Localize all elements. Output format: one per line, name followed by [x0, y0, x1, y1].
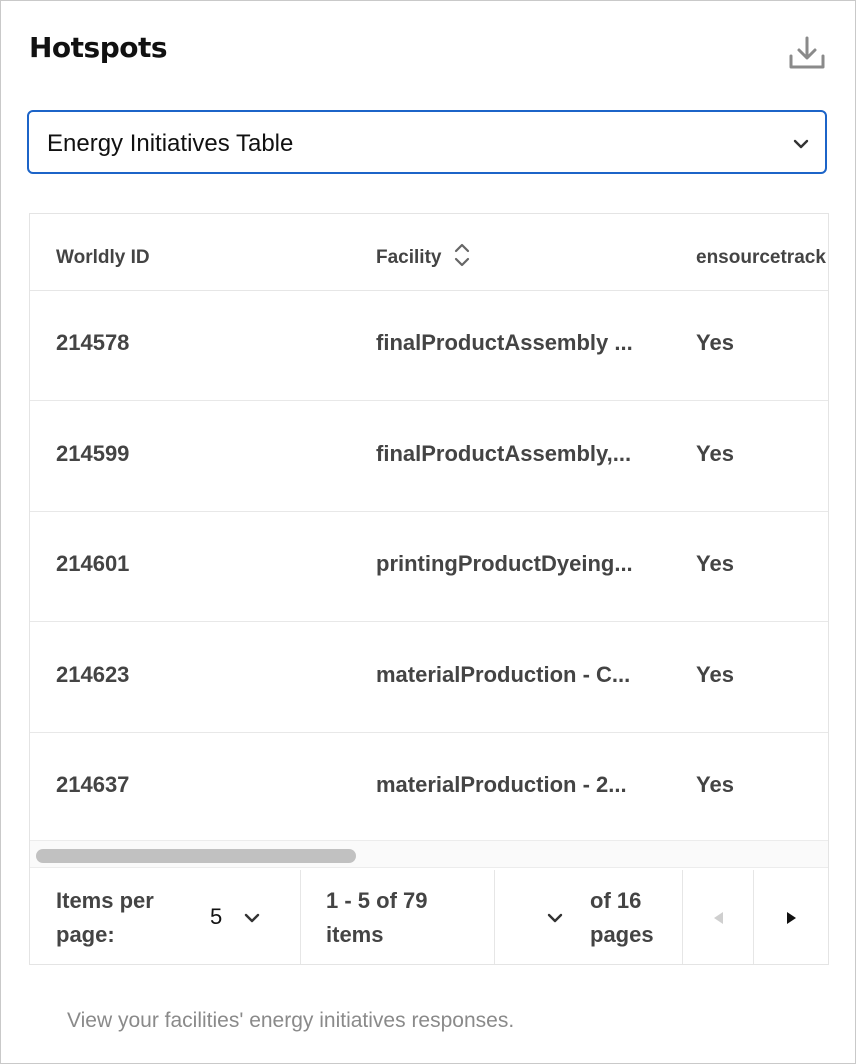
column-header-ensourcetrack: ensourcetrack: [696, 247, 826, 268]
scrollbar-thumb[interactable]: [36, 849, 356, 863]
total-pages-text-line2: pages: [590, 922, 654, 947]
table-row: 214599 finalProductAssembly,... Yes: [30, 401, 828, 512]
card-title: Hotspots: [29, 31, 168, 64]
cell-ensourcetrack: Yes: [696, 772, 734, 797]
cell-worldly-id: 214623: [56, 662, 130, 687]
item-range-text-line2: items: [326, 922, 384, 947]
chevron-down-icon: [242, 908, 262, 933]
cell-ensourcetrack: Yes: [696, 551, 734, 576]
cell-worldly-id: 214601: [56, 551, 130, 576]
cell-ensourcetrack: Yes: [696, 441, 734, 466]
horizontal-scrollbar[interactable]: [30, 840, 828, 868]
table-row: 214637 materialProduction - 2... Yes: [30, 732, 828, 843]
hotspots-card: Hotspots Energy Initiatives Table Worldl…: [0, 0, 856, 1064]
item-range-text: 1 - 5 of 79: [326, 888, 428, 913]
select-value: Energy Initiatives Table: [47, 130, 294, 157]
caret-right-icon: [785, 910, 799, 931]
column-header-worldly-id: Worldly ID: [56, 247, 150, 268]
chevron-down-icon: [545, 908, 565, 933]
column-header-label: Facility: [376, 247, 442, 268]
total-pages-text: of 16: [590, 888, 642, 913]
cell-facility: materialProduction - 2...: [376, 772, 627, 797]
cell-worldly-id: 214637: [56, 772, 130, 797]
table-row: 214623 materialProduction - C... Yes: [30, 622, 828, 733]
items-per-page-label-line2: page:: [56, 922, 115, 947]
previous-page-button[interactable]: [683, 870, 754, 964]
download-icon[interactable]: [787, 33, 827, 73]
next-page-button[interactable]: [754, 870, 828, 964]
items-per-page-value: 5: [210, 904, 223, 929]
table-type-select[interactable]: Energy Initiatives Table: [27, 110, 827, 174]
item-range-section: 1 - 5 of 79 items: [301, 870, 495, 964]
data-table: Worldly ID Facility ensourcetrack 214578…: [29, 213, 829, 965]
cell-facility: materialProduction - C...: [376, 662, 631, 687]
cell-ensourcetrack: Yes: [696, 330, 734, 355]
table-row: 214578 finalProductAssembly ... Yes: [30, 290, 828, 401]
table-row: 214601 printingProductDyeing... Yes: [30, 511, 828, 622]
caret-left-icon: [711, 910, 725, 931]
cell-worldly-id: 214578: [56, 330, 130, 355]
cell-ensourcetrack: Yes: [696, 662, 734, 687]
cell-worldly-id: 214599: [56, 441, 130, 466]
column-header-facility[interactable]: Facility: [376, 243, 471, 269]
pagination-bar: Items per page: 5 1 - 5 of 79 items of 1…: [30, 870, 828, 964]
table-header: Worldly ID Facility ensourcetrack: [30, 214, 828, 291]
cell-facility: finalProductAssembly,...: [376, 441, 632, 466]
sort-icon[interactable]: [453, 242, 471, 268]
items-per-page-select[interactable]: 5: [204, 898, 268, 938]
items-per-page-section: Items per page: 5: [30, 870, 301, 964]
cell-facility: printingProductDyeing...: [376, 551, 633, 576]
items-per-page-label: Items per: [56, 888, 154, 913]
chevron-down-icon: [791, 134, 811, 154]
cell-facility: finalProductAssembly ...: [376, 330, 633, 355]
page-select-section: of 16 pages: [495, 870, 683, 964]
card-footnote: View your facilities' energy initiatives…: [67, 1009, 515, 1032]
page-select[interactable]: [535, 898, 575, 938]
